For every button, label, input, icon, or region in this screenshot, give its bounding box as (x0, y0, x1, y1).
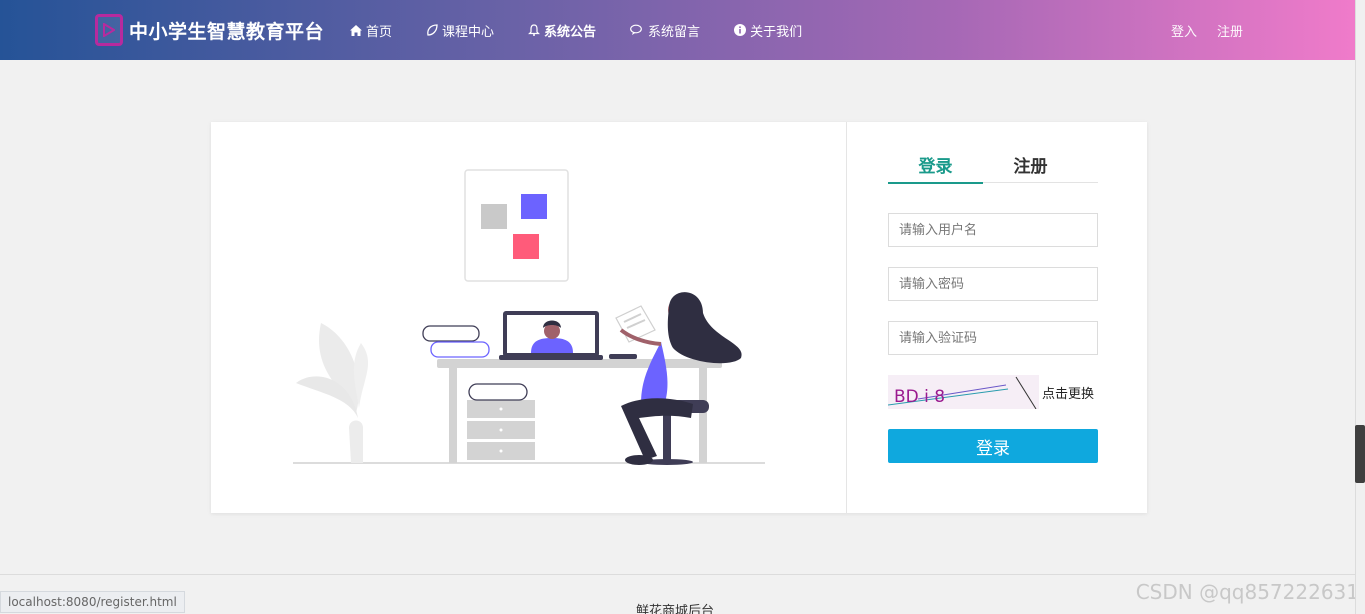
top-navbar: 中小学生智慧教育平台 首页 课程中心 系统公告 系统留言 关于我们 登入 注册 (0, 0, 1355, 60)
bell-icon (528, 24, 540, 36)
nav-links: 首页 课程中心 系统公告 系统留言 关于我们 (350, 0, 836, 60)
watermark: CSDN @qq857222631 (1135, 580, 1359, 604)
brand[interactable]: 中小学生智慧教育平台 (95, 14, 324, 46)
study-illustration (293, 169, 765, 465)
password-input[interactable] (888, 267, 1098, 301)
captcha-refresh-link[interactable]: 点击更换 (1042, 383, 1094, 402)
vertical-scrollbar[interactable] (1355, 0, 1365, 614)
leaf-icon (427, 24, 438, 36)
login-card: 登录 注册 BD i 8 点击更换 登录 (211, 122, 1147, 513)
nav-login-link[interactable]: 登入 (1171, 21, 1197, 40)
nav-home[interactable]: 首页 (350, 21, 392, 40)
illustration-panel (211, 122, 847, 513)
nav-notice-label: 系统公告 (544, 24, 597, 40)
footer-divider (0, 574, 1355, 575)
nav-notice[interactable]: 系统公告 (528, 21, 596, 40)
nav-about[interactable]: 关于我们 (734, 21, 802, 40)
home-icon (350, 24, 362, 36)
username-input[interactable] (888, 213, 1098, 247)
nav-register-link[interactable]: 注册 (1217, 21, 1243, 40)
nav-courses-label: 课程中心 (442, 24, 495, 40)
captcha-text: BD i 8 (894, 387, 945, 407)
nav-courses[interactable]: 课程中心 (426, 21, 494, 40)
tab-login[interactable]: 登录 (888, 149, 983, 184)
nav-messages-label: 系统留言 (648, 24, 701, 40)
footer-text: 鲜花商城后台 (636, 604, 715, 614)
nav-auth: 登入 注册 (1151, 0, 1243, 60)
nav-home-label: 首页 (366, 24, 393, 40)
brand-title: 中小学生智慧教育平台 (129, 20, 325, 43)
login-submit-button[interactable]: 登录 (888, 429, 1098, 463)
tab-register[interactable]: 注册 (983, 149, 1078, 182)
captcha-input[interactable] (888, 321, 1098, 355)
status-bar-url: localhost:8080/register.html (0, 591, 185, 613)
nav-messages[interactable]: 系统留言 (630, 21, 700, 40)
captcha-image[interactable]: BD i 8 (887, 375, 1039, 410)
auth-tabs: 登录 注册 (888, 149, 1098, 184)
info-circle-icon (734, 24, 747, 36)
scrollbar-thumb[interactable] (1355, 425, 1365, 483)
play-logo-icon (95, 14, 123, 46)
comments-icon (630, 24, 642, 35)
nav-about-label: 关于我们 (750, 24, 803, 40)
